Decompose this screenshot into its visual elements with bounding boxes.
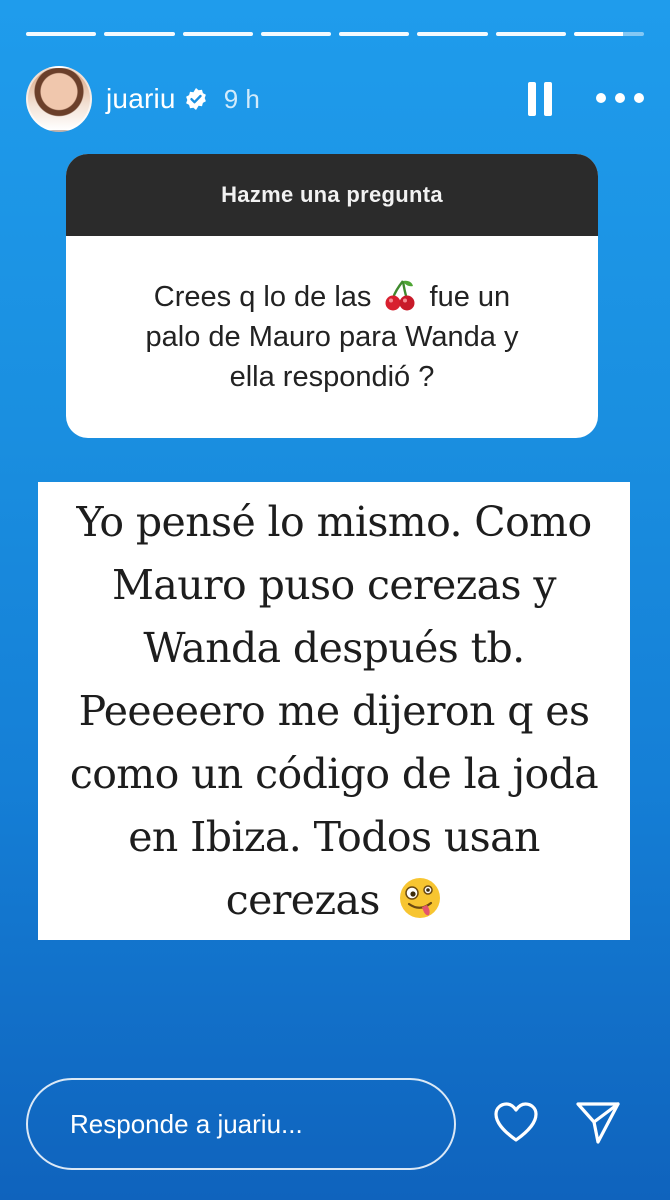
progress-segment xyxy=(339,32,410,36)
answer-line: Wanda después tb. xyxy=(143,623,525,672)
answer-text: Yo pensé lo mismo. Como Mauro puso cerez… xyxy=(69,491,599,932)
answer-line: Yo pensé lo mismo. Como xyxy=(76,497,592,546)
question-line-1-start: Crees q lo de las xyxy=(153,281,372,313)
answer-line: Peeeeero me dijeron q es xyxy=(78,686,590,735)
progress-segment xyxy=(26,32,97,36)
answer-line: Mauro puso cerezas y xyxy=(112,560,557,609)
progress-segment xyxy=(495,32,566,36)
pause-icon[interactable] xyxy=(528,82,552,116)
question-line-2: palo de Mauro para Wanda y xyxy=(145,321,519,353)
question-sticker-title: Hazme una pregunta xyxy=(66,154,598,236)
question-sticker[interactable]: Hazme una pregunta Crees q lo de las fue… xyxy=(66,154,598,438)
story-progress-bar xyxy=(26,32,644,36)
reply-input[interactable]: Responde a juariu... xyxy=(26,1078,456,1170)
story-header: juariu 9 h xyxy=(26,66,644,132)
question-line-3: ella respondió ? xyxy=(229,361,435,393)
post-time: 9 h xyxy=(223,83,260,114)
progress-segment xyxy=(104,32,175,36)
answer-line: cerezas xyxy=(225,875,381,924)
username[interactable]: juariu xyxy=(106,83,176,115)
reply-placeholder: Responde a juariu... xyxy=(70,1108,303,1139)
answer-line: en Ibiza. Todos usan xyxy=(128,812,540,861)
progress-segment xyxy=(260,32,331,36)
avatar[interactable] xyxy=(26,66,92,132)
verified-badge-icon xyxy=(184,87,208,111)
question-text: Crees q lo de las fue un palo de Mauro p… xyxy=(66,236,598,438)
answer-line: como un código de la joda xyxy=(69,749,599,798)
heart-icon[interactable] xyxy=(492,1100,540,1144)
more-options-icon[interactable] xyxy=(596,93,644,105)
zany-face-icon xyxy=(398,875,442,919)
answer-text-card: Yo pensé lo mismo. Como Mauro puso cerez… xyxy=(38,482,630,940)
send-icon[interactable] xyxy=(574,1100,622,1146)
progress-segment xyxy=(417,32,488,36)
progress-segment-current xyxy=(573,32,644,36)
progress-segment xyxy=(182,32,253,36)
question-line-1-end: fue un xyxy=(429,281,511,313)
cherry-icon xyxy=(383,278,417,312)
